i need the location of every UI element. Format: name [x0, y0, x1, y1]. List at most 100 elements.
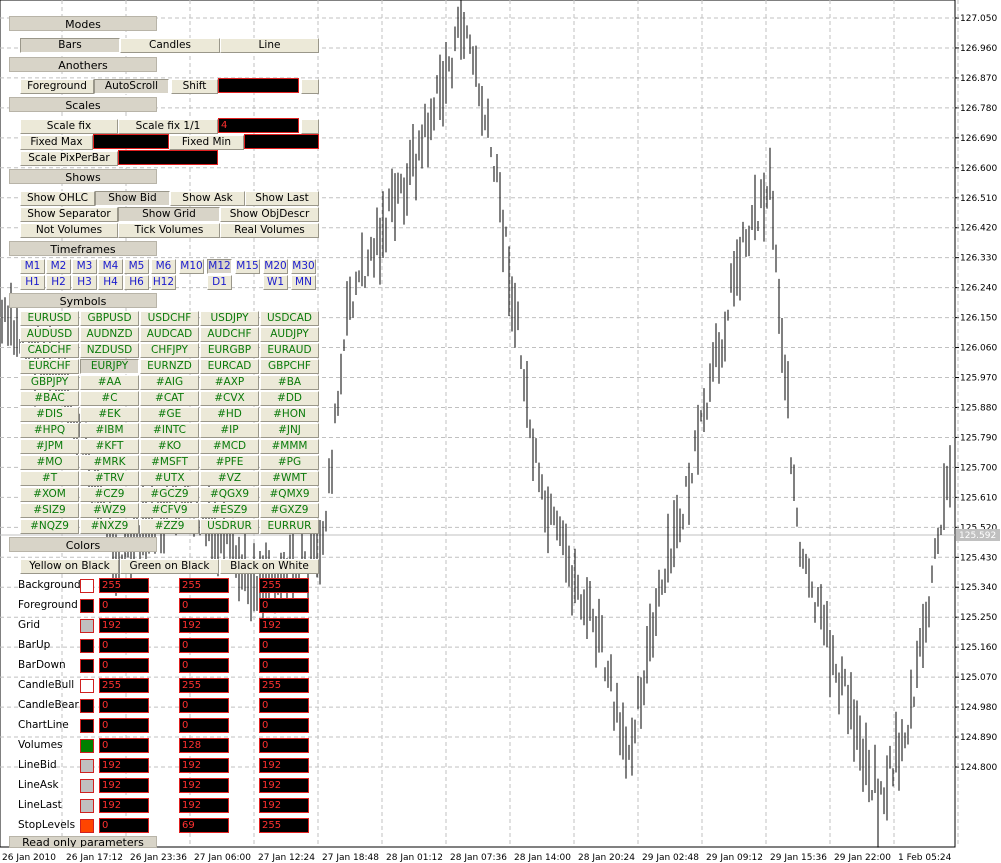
symbol-button[interactable]: USDJPY: [200, 311, 259, 326]
color-swatch-foreground[interactable]: [80, 599, 94, 613]
color-swatch-bardown[interactable]: [80, 659, 94, 673]
timeframe-m5-button[interactable]: M5: [124, 259, 149, 274]
color-swatch-linebid[interactable]: [80, 759, 94, 773]
tick-volumes-button[interactable]: Tick Volumes: [118, 223, 220, 238]
show-show-objdescr-button[interactable]: Show ObjDescr: [220, 207, 319, 222]
symbol-button[interactable]: #JPM: [20, 439, 79, 454]
symbol-button[interactable]: #GCZ9: [140, 487, 199, 502]
color-blue-input[interactable]: 192: [259, 778, 309, 793]
color-red-input[interactable]: 0: [99, 598, 149, 613]
fixed-min-button[interactable]: Fixed Min: [169, 135, 244, 150]
symbol-button[interactable]: EURJPY: [80, 359, 139, 374]
color-blue-input[interactable]: 192: [259, 618, 309, 633]
symbol-button[interactable]: AUDCHF: [200, 327, 259, 342]
symbol-button[interactable]: #EK: [80, 407, 139, 422]
symbol-button[interactable]: GBPUSD: [80, 311, 139, 326]
fixed-max-button[interactable]: Fixed Max: [20, 135, 93, 150]
timeframe-h2-button[interactable]: H2: [46, 275, 71, 290]
symbol-button[interactable]: #JNJ: [260, 423, 319, 438]
timeframe-mn-button[interactable]: MN: [291, 275, 316, 290]
symbol-button[interactable]: AUDUSD: [20, 327, 79, 342]
mode-candles-button[interactable]: Candles: [120, 38, 220, 53]
show-show-last-button[interactable]: Show Last: [245, 191, 319, 206]
color-blue-input[interactable]: 0: [259, 638, 309, 653]
color-red-input[interactable]: 192: [99, 618, 149, 633]
symbol-button[interactable]: #HPQ: [20, 423, 79, 438]
scale-fix-1-1-button[interactable]: Scale fix 1/1: [118, 119, 218, 134]
color-red-input[interactable]: 0: [99, 718, 149, 733]
symbol-button[interactable]: #INTC: [140, 423, 199, 438]
preset-green-on-black-button[interactable]: Green on Black: [120, 559, 219, 574]
color-blue-input[interactable]: 255: [259, 578, 309, 593]
symbol-button[interactable]: #GXZ9: [260, 503, 319, 518]
timeframe-d1-button[interactable]: D1: [207, 275, 232, 290]
symbol-button[interactable]: #ZZ9: [140, 519, 199, 534]
symbol-button[interactable]: GBPJPY: [20, 375, 79, 390]
symbol-button[interactable]: AUDJPY: [260, 327, 319, 342]
timeframe-h1-button[interactable]: H1: [20, 275, 45, 290]
color-green-input[interactable]: 192: [179, 798, 229, 813]
timeframe-m6-button[interactable]: M6: [151, 259, 176, 274]
color-red-input[interactable]: 192: [99, 798, 149, 813]
symbol-button[interactable]: #CAT: [140, 391, 199, 406]
color-swatch-lineask[interactable]: [80, 779, 94, 793]
symbol-button[interactable]: #MRK: [80, 455, 139, 470]
symbol-button[interactable]: NZDUSD: [80, 343, 139, 358]
color-red-input[interactable]: 0: [99, 818, 149, 833]
symbol-button[interactable]: EURAUD: [260, 343, 319, 358]
symbol-button[interactable]: #DD: [260, 391, 319, 406]
symbol-button[interactable]: #AIG: [140, 375, 199, 390]
symbol-button[interactable]: CHFJPY: [140, 343, 199, 358]
symbol-button[interactable]: #BAC: [20, 391, 79, 406]
symbol-button[interactable]: #AA: [80, 375, 139, 390]
symbol-button[interactable]: #NQZ9: [20, 519, 79, 534]
not-volumes-button[interactable]: Not Volumes: [20, 223, 118, 238]
symbol-button[interactable]: #VZ: [200, 471, 259, 486]
color-green-input[interactable]: 0: [179, 718, 229, 733]
timeframe-h6-button[interactable]: H6: [124, 275, 149, 290]
color-red-input[interactable]: 255: [99, 578, 149, 593]
color-red-input[interactable]: 0: [99, 658, 149, 673]
symbol-button[interactable]: AUDCAD: [140, 327, 199, 342]
color-red-input[interactable]: 0: [99, 638, 149, 653]
symbol-button[interactable]: #IP: [200, 423, 259, 438]
scale-pix-input[interactable]: [118, 150, 218, 165]
color-red-input[interactable]: 192: [99, 778, 149, 793]
color-blue-input[interactable]: 192: [259, 798, 309, 813]
scale-fix-button[interactable]: Scale fix: [20, 119, 118, 134]
scale-input[interactable]: 4: [218, 118, 299, 133]
color-blue-input[interactable]: 0: [259, 658, 309, 673]
symbol-button[interactable]: #BA: [260, 375, 319, 390]
foreground-button[interactable]: Foreground: [20, 79, 94, 94]
color-swatch-candlebull[interactable]: [80, 679, 94, 693]
symbol-button[interactable]: #CVX: [200, 391, 259, 406]
symbol-button[interactable]: #MO: [20, 455, 79, 470]
color-red-input[interactable]: 0: [99, 738, 149, 753]
shift-button[interactable]: Shift: [171, 79, 218, 94]
timeframe-h12-button[interactable]: H12: [151, 275, 176, 290]
timeframe-m30-button[interactable]: M30: [291, 259, 316, 274]
show-show-ohlc-button[interactable]: Show OHLC: [20, 191, 95, 206]
color-blue-input[interactable]: 0: [259, 718, 309, 733]
symbol-button[interactable]: #HD: [200, 407, 259, 422]
color-swatch-volumes[interactable]: [80, 739, 94, 753]
symbol-button[interactable]: #QGX9: [200, 487, 259, 502]
scale-pix-button[interactable]: Scale PixPerBar: [20, 151, 118, 166]
symbol-button[interactable]: EURUSD: [20, 311, 79, 326]
timeframe-h4-button[interactable]: H4: [98, 275, 123, 290]
symbol-button[interactable]: #TRV: [80, 471, 139, 486]
symbol-button[interactable]: #C: [80, 391, 139, 406]
timeframe-h3-button[interactable]: H3: [72, 275, 97, 290]
timeframe-m3-button[interactable]: M3: [72, 259, 97, 274]
color-swatch-chartline[interactable]: [80, 719, 94, 733]
color-blue-input[interactable]: 255: [259, 678, 309, 693]
symbol-button[interactable]: #PG: [260, 455, 319, 470]
fixed-max-input[interactable]: [93, 134, 169, 149]
color-red-input[interactable]: 0: [99, 698, 149, 713]
symbol-button[interactable]: USDRUR: [200, 519, 259, 534]
symbol-button[interactable]: #PFE: [200, 455, 259, 470]
color-green-input[interactable]: 0: [179, 658, 229, 673]
color-blue-input[interactable]: 0: [259, 698, 309, 713]
shift-spin-button[interactable]: [301, 79, 319, 94]
color-swatch-candlebear[interactable]: [80, 699, 94, 713]
